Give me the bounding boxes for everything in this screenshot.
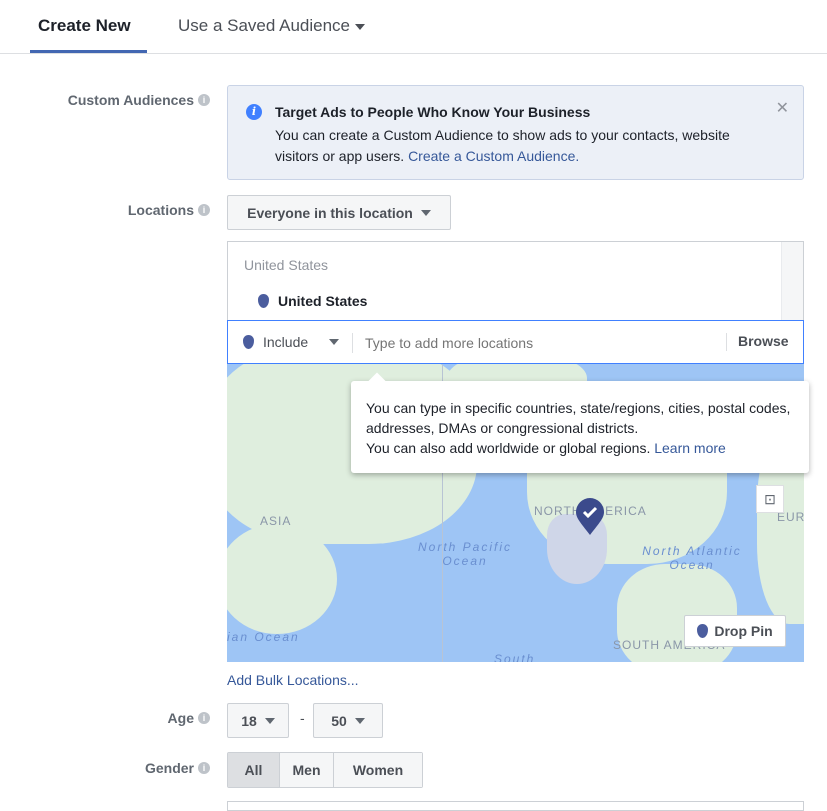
include-dropdown[interactable]: Include: [243, 334, 340, 350]
gender-men-button[interactable]: Men: [280, 753, 334, 787]
location-pin-icon: [697, 624, 709, 638]
custom-audiences-text: Custom Audiences: [67, 92, 194, 108]
tab-saved-audience[interactable]: Use a Saved Audience: [178, 16, 365, 36]
info-icon[interactable]: i: [198, 712, 210, 724]
add-bulk-locations-link[interactable]: Add Bulk Locations...: [227, 672, 359, 688]
map-label-atlantic: North Atlantic Ocean: [642, 544, 742, 572]
age-separator: -: [300, 710, 305, 726]
recenter-map-icon[interactable]: ⊡: [756, 485, 784, 513]
caret-down-icon: [264, 717, 275, 724]
gender-text: Gender: [144, 760, 194, 776]
scrollbar[interactable]: [781, 242, 803, 320]
close-icon[interactable]: ✕: [776, 98, 789, 118]
tab-saved-audience-label: Use a Saved Audience: [178, 16, 351, 35]
locations-text: Locations: [127, 202, 194, 218]
location-tooltip: You can type in specific countries, stat…: [351, 372, 809, 473]
age-min-value: 18: [241, 712, 257, 729]
location-input-row: Include Browse: [227, 320, 804, 364]
browse-button[interactable]: Browse: [738, 333, 789, 349]
selected-location-text: United States: [278, 293, 368, 309]
caret-down-icon: [329, 339, 340, 345]
audience-tabs: Create New Use a Saved Audience: [0, 0, 827, 54]
map-label-south: South: [494, 652, 536, 662]
info-icon[interactable]: i: [198, 762, 210, 774]
info-icon: i: [246, 104, 262, 120]
age-max-dropdown[interactable]: 50: [313, 703, 383, 738]
notice-body: You can create a Custom Audience to show…: [275, 125, 775, 167]
learn-more-link[interactable]: Learn more: [654, 440, 726, 456]
locations-label: Locations i: [128, 202, 210, 218]
create-custom-audience-link[interactable]: Create a Custom Audience.: [408, 148, 579, 164]
location-group-header: United States: [244, 257, 329, 273]
gender-selector: All Men Women: [227, 752, 423, 788]
age-label: Age i: [168, 710, 210, 726]
map-label-pacific: North Pacific Ocean: [417, 540, 513, 568]
caret-down-icon: [420, 209, 431, 216]
caret-down-icon: [354, 23, 365, 30]
caret-down-icon: [354, 717, 365, 724]
map-label-indian: ian Ocean: [227, 630, 300, 644]
drop-pin-text: Drop Pin: [714, 623, 773, 639]
gender-label: Gender i: [145, 760, 210, 776]
tooltip-text-2: You can also add worldwide or global reg…: [366, 440, 651, 456]
custom-audience-notice: i Target Ads to People Who Know Your Bus…: [227, 85, 804, 180]
tooltip-text: You can type in specific countries, stat…: [366, 400, 791, 436]
location-type-dropdown[interactable]: Everyone in this location: [227, 195, 451, 230]
location-search-input[interactable]: [365, 331, 715, 355]
divider: [352, 333, 353, 353]
map-land: [227, 524, 337, 634]
location-pin-icon: [258, 294, 269, 308]
drop-pin-button[interactable]: Drop Pin: [684, 615, 786, 647]
age-min-dropdown[interactable]: 18: [227, 703, 289, 738]
gender-all-button[interactable]: All: [228, 753, 280, 787]
map-label-asia: ASIA: [260, 514, 292, 528]
info-icon[interactable]: i: [198, 204, 210, 216]
age-text: Age: [167, 710, 194, 726]
location-type-value: Everyone in this location: [247, 204, 413, 221]
selected-location[interactable]: United States: [258, 293, 367, 309]
location-pin-icon: [243, 335, 254, 349]
active-tab-indicator: [30, 50, 147, 53]
tab-create-new[interactable]: Create New: [38, 16, 131, 36]
notice-title: Target Ads to People Who Know Your Busin…: [275, 104, 591, 120]
custom-audiences-label: Custom Audiences i: [68, 92, 210, 108]
info-icon[interactable]: i: [198, 94, 210, 106]
include-text: Include: [263, 334, 309, 350]
map-marker-check-icon[interactable]: [575, 498, 605, 536]
next-field: [227, 801, 804, 811]
gender-women-button[interactable]: Women: [334, 753, 422, 787]
age-max-value: 50: [331, 712, 347, 729]
divider: [726, 333, 727, 351]
